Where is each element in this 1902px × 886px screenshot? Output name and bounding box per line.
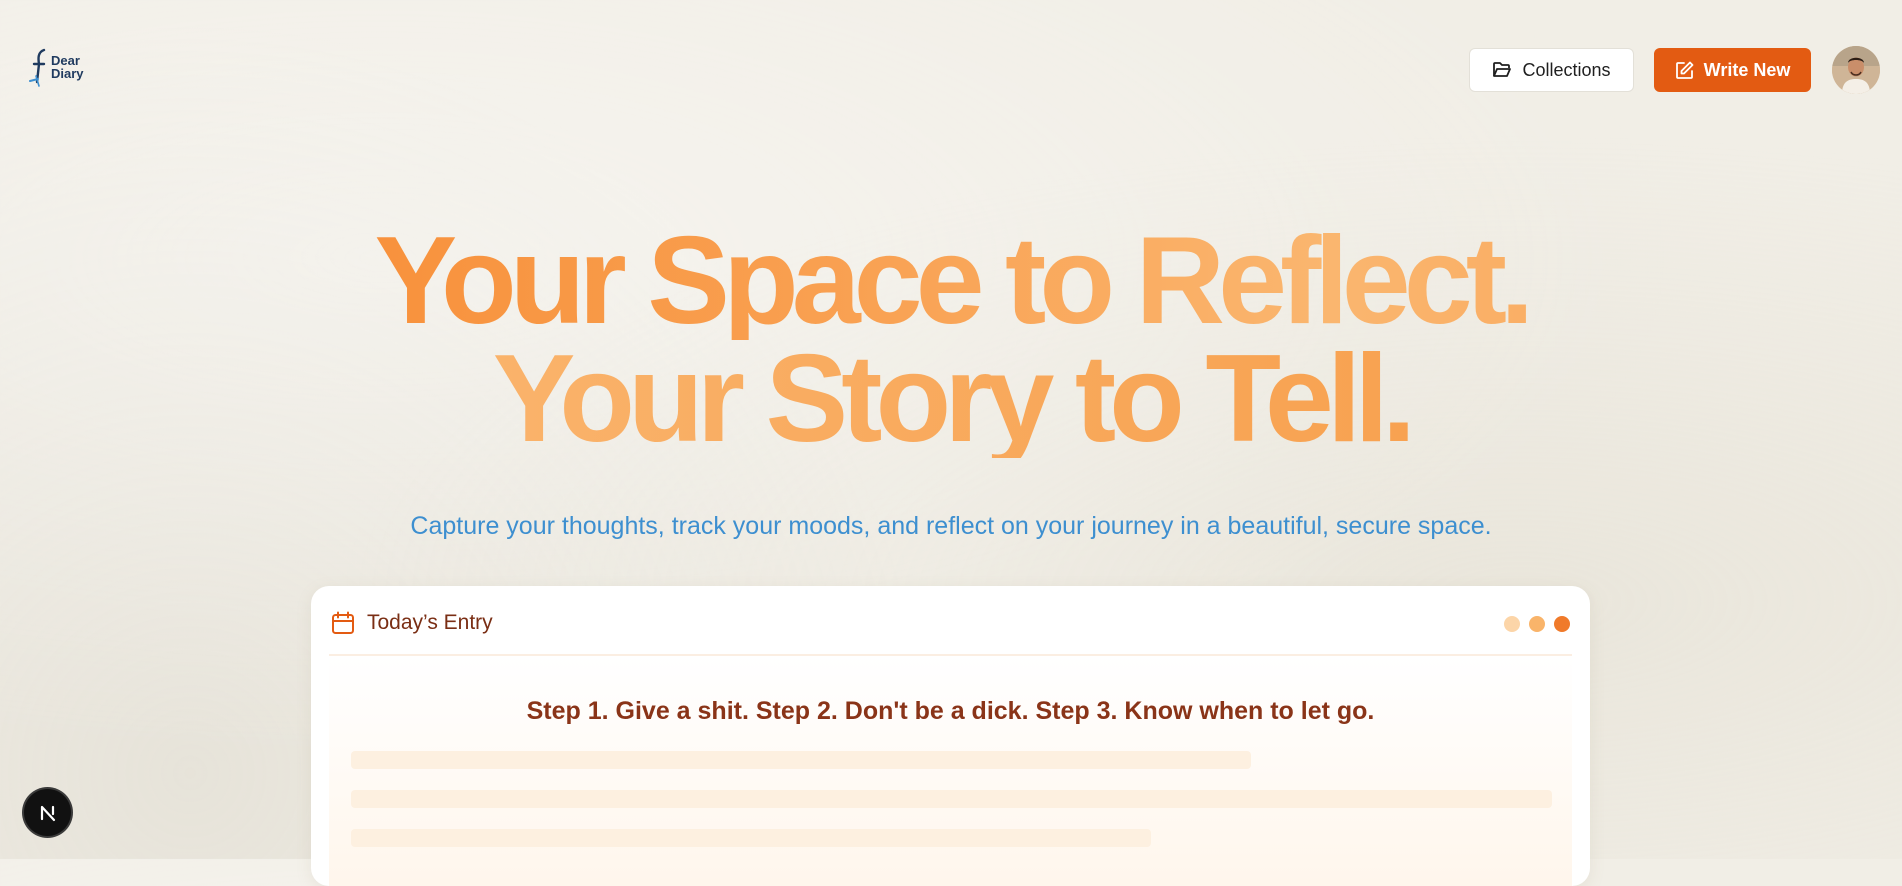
write-new-button[interactable]: Write New — [1654, 48, 1811, 92]
window-dot-3 — [1554, 616, 1570, 632]
collections-button[interactable]: Collections — [1469, 48, 1634, 92]
entry-card-body: Step 1. Give a shit. Step 2. Don't be a … — [329, 656, 1572, 886]
user-avatar-icon — [1832, 46, 1880, 94]
folder-open-icon — [1493, 62, 1512, 77]
hero-subtitle: Capture your thoughts, track your moods,… — [410, 512, 1492, 540]
hero-title: Your Space to Reflect. Your Story to Tel… — [0, 219, 1902, 461]
hero-title-line-2: Your Story to Tell. — [0, 337, 1902, 461]
entry-card-header: Today’s Entry — [331, 606, 1570, 640]
hero-title-line-1: Your Space to Reflect. — [0, 219, 1902, 343]
write-new-label: Write New — [1703, 59, 1791, 80]
text-placeholder-line — [351, 751, 1251, 769]
logo-word-diary: Diary — [51, 66, 84, 81]
todays-entry-card[interactable]: Today’s Entry Step 1. Give a shit. Step … — [311, 586, 1590, 886]
fountain-pen-icon — [29, 48, 46, 87]
text-placeholder-line — [351, 790, 1552, 808]
nextjs-logo-icon — [40, 805, 55, 821]
app-logo[interactable]: Dear Diary — [28, 48, 94, 88]
edit-square-icon — [1675, 61, 1694, 79]
entry-card-title: Today’s Entry — [367, 611, 493, 634]
window-dot-1 — [1504, 616, 1520, 632]
nextjs-dev-badge[interactable] — [24, 789, 71, 836]
entry-quote: Step 1. Give a shit. Step 2. Don't be a … — [526, 697, 1375, 725]
user-avatar[interactable] — [1832, 46, 1880, 94]
text-placeholder-line — [351, 829, 1151, 847]
window-dot-2 — [1529, 616, 1545, 632]
logo-wordmark: Dear Diary — [51, 54, 84, 80]
window-dots — [1504, 616, 1570, 632]
collections-label: Collections — [1522, 59, 1611, 80]
calendar-icon — [332, 611, 354, 634]
